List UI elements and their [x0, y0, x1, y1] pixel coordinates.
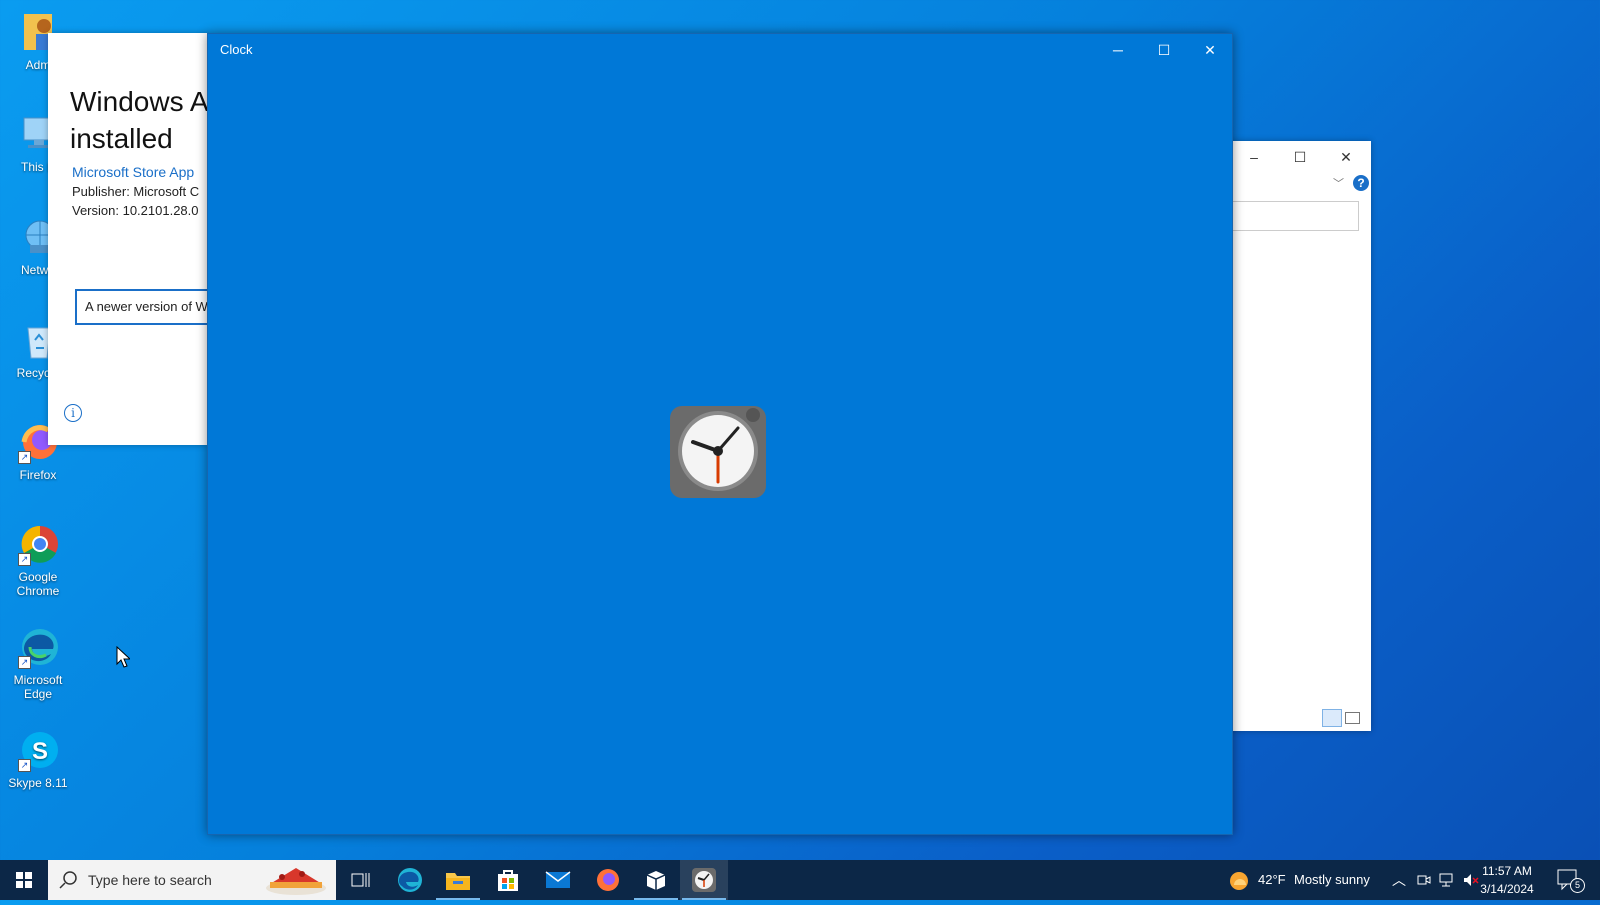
svg-text:S: S: [32, 738, 48, 765]
clock-splash-icon: [669, 402, 767, 500]
clock-icon: [692, 868, 716, 892]
weather-temperature[interactable]: 42°F: [1258, 872, 1286, 887]
search-icon: [59, 871, 77, 889]
version-text: Version: 10.2101.28.0: [72, 203, 199, 218]
newer-version-notice: A newer version of W: [75, 289, 208, 325]
info-icon[interactable]: i: [64, 404, 82, 422]
window-title: Clock: [220, 42, 253, 57]
publisher-text: Publisher: Microsoft C: [72, 184, 200, 199]
desktop-icon-label: Firefox: [19, 468, 57, 482]
search-highlight-pie-icon: [266, 868, 326, 895]
network-icon[interactable]: [1438, 872, 1456, 888]
help-icon[interactable]: ?: [1353, 175, 1369, 191]
edge-icon: [398, 868, 422, 892]
taskbar-package-app[interactable]: [632, 860, 680, 900]
desktop-icon-skype[interactable]: S ↗ Skype 8.11: [6, 728, 70, 790]
desktop-icon-label: Skype 8.11: [8, 776, 68, 790]
notification-count-badge: 5: [1570, 878, 1585, 893]
taskbar-mail[interactable]: [534, 860, 582, 900]
edge-icon: ↗: [16, 625, 60, 669]
skype-icon: S ↗: [16, 728, 60, 772]
task-view-button[interactable]: [336, 860, 384, 900]
close-button[interactable]: ✕: [1187, 34, 1233, 66]
meet-now-icon[interactable]: [1416, 872, 1432, 888]
taskbar-edge[interactable]: [386, 860, 434, 900]
taskbar: Type here to search 42°F Mostly sunny ︿ …: [0, 860, 1600, 900]
weather-sun-icon[interactable]: [1228, 870, 1250, 892]
explorer-maximize-button[interactable]: ☐: [1290, 147, 1310, 167]
desktop-icon-label: Adm: [25, 58, 51, 72]
shortcut-arrow-icon: ↗: [18, 759, 31, 772]
explorer-close-button[interactable]: ✕: [1336, 147, 1356, 167]
desktop-icon-microsoft-edge[interactable]: ↗ Microsoft Edge: [6, 625, 70, 701]
notification-center-button[interactable]: 5: [1556, 868, 1585, 897]
folder-icon: [446, 873, 470, 890]
desktop-icon-label: Google Chrome: [16, 570, 60, 598]
search-placeholder: Type here to search: [88, 872, 212, 888]
mouse-cursor-icon: [116, 645, 132, 673]
clock-app-window[interactable]: Clock ─ ☐ ✕: [207, 33, 1233, 835]
desktop-icon-label: Microsoft Edge: [13, 673, 63, 701]
shortcut-arrow-icon: ↗: [18, 451, 31, 464]
explorer-minimize-button[interactable]: –: [1244, 147, 1264, 167]
minimize-button[interactable]: ─: [1095, 34, 1141, 66]
mail-icon: [545, 871, 571, 888]
chevron-down-icon[interactable]: ﹀: [1333, 175, 1344, 191]
large-icons-view-icon[interactable]: [1345, 712, 1360, 724]
installer-heading-line2: installed: [70, 123, 173, 154]
store-icon: [498, 870, 518, 891]
installer-heading: Windows A installed: [70, 83, 208, 157]
desktop-icon-google-chrome[interactable]: ↗ Google Chrome: [6, 522, 70, 598]
windows-logo-icon: [16, 872, 32, 888]
explorer-address-bar[interactable]: [1230, 201, 1359, 231]
firefox-icon: [597, 869, 619, 891]
package-icon: [646, 871, 666, 890]
store-app-link[interactable]: Microsoft Store App: [72, 164, 194, 180]
taskbar-clock-display[interactable]: 11:57 AM 3/14/2024: [1472, 862, 1542, 898]
start-button[interactable]: [0, 860, 48, 900]
task-view-icon: [351, 873, 370, 887]
taskbar-date: 3/14/2024: [1480, 882, 1534, 896]
taskbar-clock[interactable]: [680, 860, 728, 900]
background-explorer-window[interactable]: – ☐ ✕ ﹀ ?: [1230, 141, 1371, 731]
app-installer-window[interactable]: Windows A installed Microsoft Store App …: [48, 33, 208, 445]
shortcut-arrow-icon: ↗: [18, 656, 31, 669]
taskbar-file-explorer[interactable]: [434, 860, 482, 900]
chevron-up-icon[interactable]: ︿: [1392, 870, 1406, 890]
taskbar-firefox[interactable]: [584, 860, 632, 900]
chrome-icon: ↗: [16, 522, 60, 566]
installer-heading-line1: Windows A: [70, 86, 208, 117]
taskbar-microsoft-store[interactable]: [484, 860, 532, 900]
weather-description[interactable]: Mostly sunny: [1294, 872, 1370, 887]
taskbar-search-box[interactable]: Type here to search: [48, 860, 336, 900]
shortcut-arrow-icon: ↗: [18, 553, 31, 566]
maximize-button[interactable]: ☐: [1141, 34, 1187, 66]
taskbar-time: 11:57 AM: [1482, 864, 1532, 878]
details-view-icon[interactable]: [1322, 709, 1342, 727]
